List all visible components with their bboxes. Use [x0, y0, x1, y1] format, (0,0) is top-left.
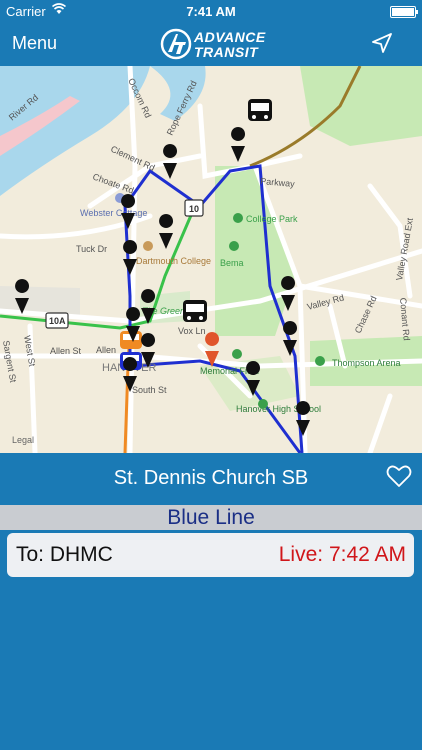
route-10a-label: 10A	[49, 316, 66, 326]
label-allen-st-2: Allen	[96, 345, 116, 355]
nav-bar: Menu ADVANCE TRANSIT	[0, 22, 422, 66]
label-valley-rd: Valley Rd	[306, 292, 345, 311]
label-chase-rd: Chase Rd	[353, 294, 379, 335]
status-bar: Carrier 7:41 AM	[0, 0, 422, 22]
label-vox-ln: Vox Ln	[178, 326, 206, 336]
park-area-ne	[300, 66, 422, 146]
label-tuck-dr: Tuck Dr	[76, 244, 107, 254]
battery-icon	[390, 6, 418, 18]
label-allen-st: Allen St	[50, 346, 82, 356]
location-arrow-icon[interactable]	[370, 31, 394, 55]
thompson-arena-icon	[315, 356, 325, 366]
line-header: Blue Line	[0, 505, 422, 530]
label-dartmouth-college: Dartmouth College	[136, 256, 211, 266]
bema-icon	[229, 241, 239, 251]
heart-icon[interactable]	[386, 463, 412, 489]
label-bema: Bema	[220, 258, 244, 268]
label-south-st: South St	[132, 385, 167, 395]
logo-text-advance: ADVANCE	[194, 29, 266, 45]
college-park-area	[215, 166, 295, 336]
label-webster-cottage: Webster Cottage	[80, 208, 147, 218]
route-10-shield: 10	[184, 199, 204, 217]
bus-icon[interactable]	[248, 99, 272, 121]
stop-pin-icon[interactable]	[159, 214, 174, 249]
logo-mark-icon	[160, 28, 192, 60]
line-name: Blue Line	[167, 506, 255, 529]
live-time-label: Live: 7:42 AM	[278, 543, 406, 566]
label-college-park: College Park	[246, 214, 298, 224]
label-legal: Legal	[12, 435, 34, 445]
label-sargent-st: Sargent St	[1, 340, 18, 384]
advance-transit-logo: ADVANCE TRANSIT	[160, 26, 270, 62]
label-west-st: West St	[22, 335, 37, 368]
bus-icon[interactable]	[183, 300, 207, 322]
memorial-field-icon	[232, 349, 242, 359]
stop-header: St. Dennis Church SB	[0, 453, 422, 505]
stop-pin-icon[interactable]	[231, 127, 246, 162]
route-10-label: 10	[189, 204, 199, 214]
college-park-icon	[233, 213, 243, 223]
route-map[interactable]: River Rd Occom Rd Rope Ferry Rd Clement …	[0, 66, 422, 453]
menu-button[interactable]: Menu	[12, 33, 57, 54]
status-time: 7:41 AM	[186, 4, 236, 19]
stop-name: St. Dennis Church SB	[113, 467, 309, 489]
hanover-hs-icon	[258, 399, 268, 409]
arrival-card[interactable]: To: DHMC Live: 7:42 AM	[7, 533, 414, 577]
destination-label: To: DHMC	[16, 543, 113, 566]
logo-text-transit: TRANSIT	[194, 44, 259, 60]
label-thompson-arena: Thompson Arena	[332, 358, 401, 368]
dartmouth-college-icon	[143, 241, 153, 251]
route-10a-shield: 10A	[45, 312, 69, 329]
